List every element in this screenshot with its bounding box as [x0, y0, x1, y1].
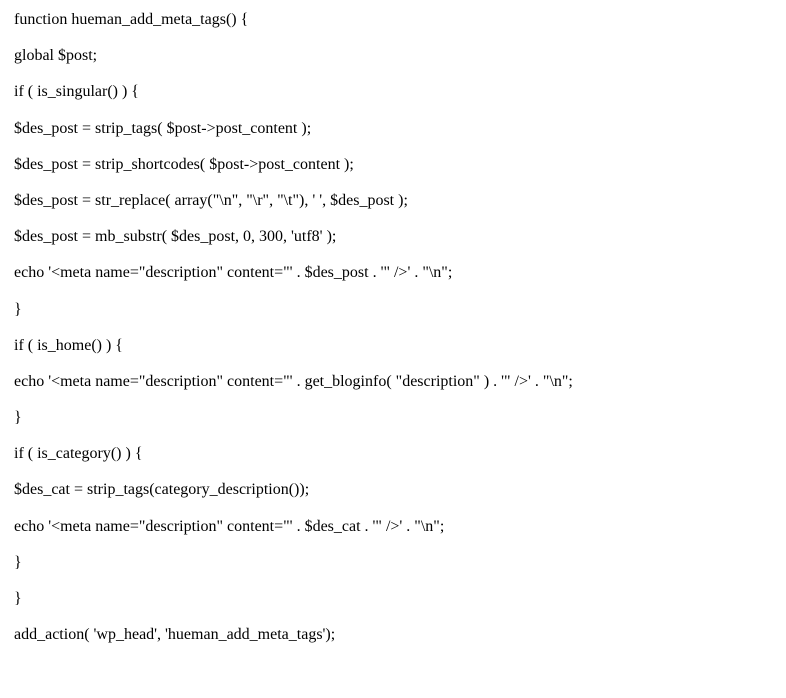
code-line: if ( is_category() ) {	[14, 444, 772, 463]
code-line: if ( is_singular() ) {	[14, 82, 772, 101]
code-line: }	[14, 553, 772, 572]
code-line: $des_post = strip_tags( $post->post_cont…	[14, 119, 772, 138]
code-line: echo '<meta name="description" content="…	[14, 517, 772, 536]
code-line: }	[14, 589, 772, 608]
code-line: $des_post = mb_substr( $des_post, 0, 300…	[14, 227, 772, 246]
code-document: function hueman_add_meta_tags() { global…	[0, 0, 786, 698]
code-line: echo '<meta name="description" content="…	[14, 263, 772, 282]
code-line: global $post;	[14, 46, 772, 65]
code-line: if ( is_home() ) {	[14, 336, 772, 355]
code-line: add_action( 'wp_head', 'hueman_add_meta_…	[14, 625, 772, 644]
code-line: $des_post = strip_shortcodes( $post->pos…	[14, 155, 772, 174]
code-line: $des_cat = strip_tags(category_descripti…	[14, 480, 772, 499]
code-line: $des_post = str_replace( array("\n", "\r…	[14, 191, 772, 210]
code-line: }	[14, 408, 772, 427]
code-line: echo '<meta name="description" content="…	[14, 372, 772, 391]
code-line: function hueman_add_meta_tags() {	[14, 10, 772, 29]
code-line: }	[14, 300, 772, 319]
